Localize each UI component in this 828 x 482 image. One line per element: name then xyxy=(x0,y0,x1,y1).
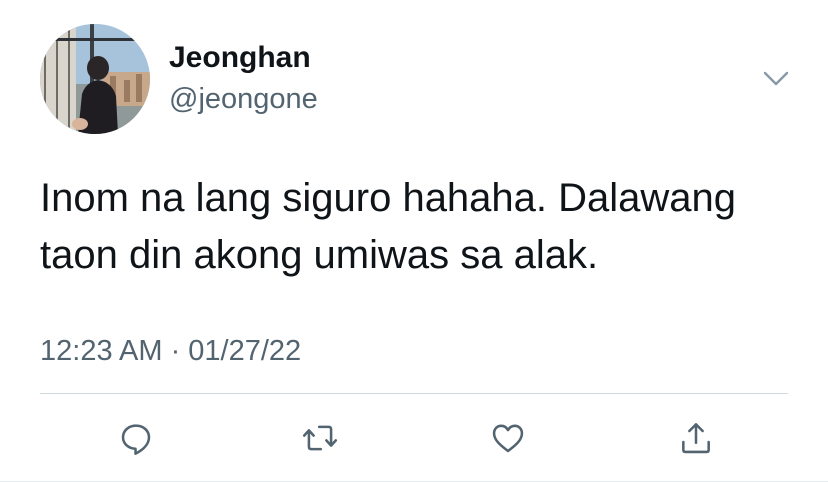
retweet-icon xyxy=(302,425,338,451)
reply-icon xyxy=(121,424,151,455)
tweet-text-line: taon din akong umiwas sa alak. xyxy=(40,233,599,277)
divider xyxy=(40,393,788,394)
tweet-text-line: Inom na lang siguro hahaha. Dalawang xyxy=(40,176,737,220)
share-button[interactable] xyxy=(674,418,718,458)
tweet-text: Inom na lang siguro hahaha. Dalawang tao… xyxy=(40,170,800,284)
tweet-timestamp[interactable]: 12:23 AM · 01/27/22 xyxy=(40,334,301,368)
heart-icon xyxy=(492,424,524,453)
author-handle[interactable]: @jeongone xyxy=(169,82,318,116)
chevron-down-icon xyxy=(763,71,789,86)
profile-photo-image xyxy=(40,24,150,134)
avatar[interactable] xyxy=(40,24,150,134)
share-icon xyxy=(682,423,710,454)
more-options-button[interactable] xyxy=(756,62,796,94)
reply-button[interactable] xyxy=(114,418,158,458)
like-button[interactable] xyxy=(486,418,530,458)
author-display-name[interactable]: Jeonghan xyxy=(169,40,311,76)
retweet-button[interactable] xyxy=(298,418,342,458)
